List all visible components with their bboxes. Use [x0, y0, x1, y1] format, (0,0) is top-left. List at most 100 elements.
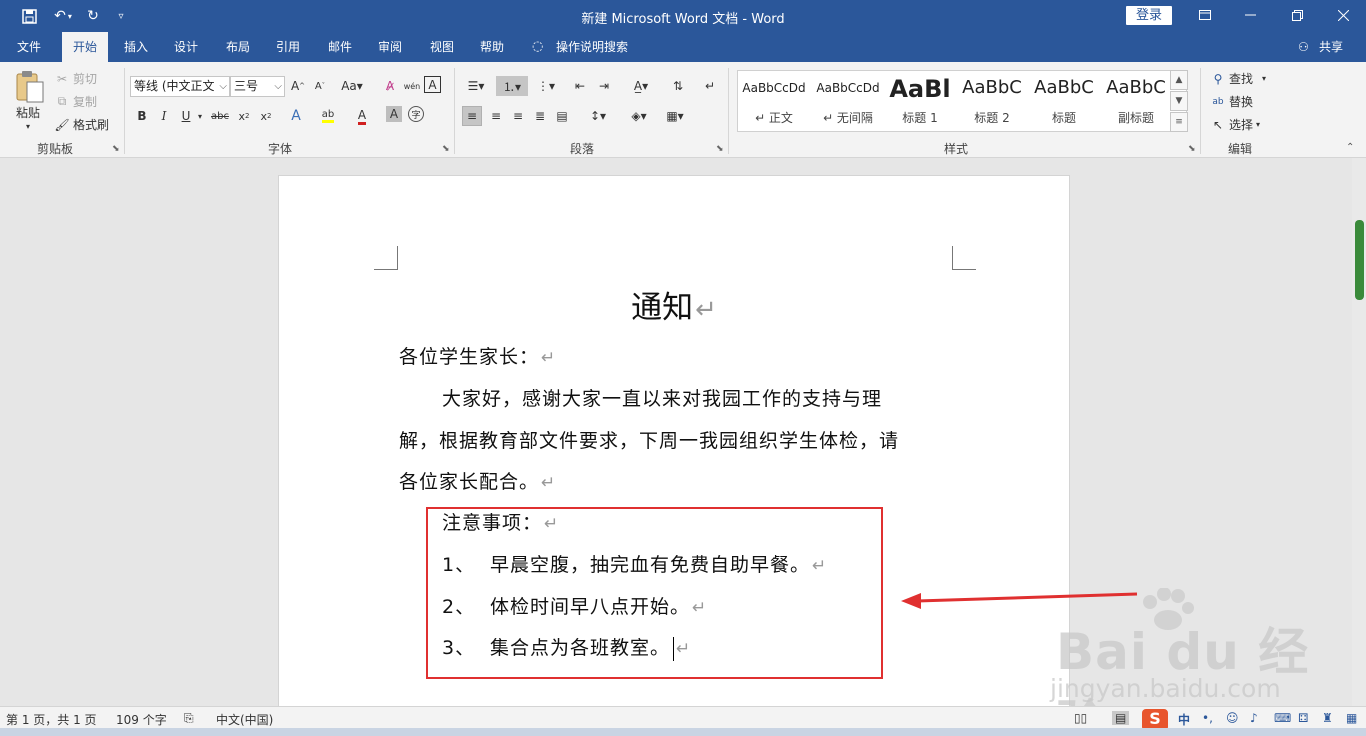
- align-right-icon[interactable]: ≡: [508, 106, 528, 126]
- underline-icon[interactable]: U: [176, 106, 196, 126]
- tab-review[interactable]: 审阅: [368, 32, 412, 62]
- ime-menu-icon[interactable]: ▦: [1346, 711, 1357, 725]
- font-color-icon[interactable]: A: [352, 106, 372, 126]
- document-heading: 通知↵: [279, 282, 1069, 327]
- decrease-indent-icon[interactable]: ⇤: [570, 76, 590, 96]
- read-mode-icon[interactable]: ▯▯: [1074, 711, 1087, 725]
- ime-punctuation-icon[interactable]: •,: [1202, 711, 1213, 725]
- find-button[interactable]: ⚲ 查找 ▾: [1210, 70, 1266, 87]
- increase-indent-icon[interactable]: ⇥: [594, 76, 614, 96]
- superscript-icon[interactable]: x2: [256, 106, 276, 126]
- proofing-icon[interactable]: ⎘: [184, 711, 194, 726]
- language-indicator[interactable]: 中文(中国): [216, 711, 273, 728]
- enclose-characters-icon[interactable]: 字: [408, 106, 424, 122]
- tab-mailings[interactable]: 邮件: [318, 32, 362, 62]
- format-painter-button[interactable]: 🖌 格式刷: [54, 116, 109, 133]
- sort-icon[interactable]: ⇅: [668, 76, 688, 96]
- ime-toolbox-icon[interactable]: ⚃: [1298, 711, 1308, 725]
- gallery-more-icon[interactable]: ≡: [1170, 112, 1188, 132]
- multilevel-list-icon[interactable]: ⋮▾: [532, 76, 560, 96]
- tab-home[interactable]: 开始: [62, 32, 108, 62]
- tab-help[interactable]: 帮助: [470, 32, 514, 62]
- body-line-3: 各位家长配合。 ↵: [399, 467, 556, 494]
- copy-button[interactable]: ⧉ 复制: [54, 93, 97, 110]
- grow-font-icon[interactable]: A ^: [288, 76, 308, 96]
- tab-layout[interactable]: 布局: [216, 32, 260, 62]
- paste-button[interactable]: 粘贴: [16, 104, 40, 121]
- style-subtitle[interactable]: AaBbC 副标题: [1100, 71, 1172, 131]
- styles-launcher-icon[interactable]: ⬊: [1188, 144, 1196, 154]
- font-size-combo[interactable]: 三号 ⌵: [230, 76, 285, 97]
- italic-icon[interactable]: I: [154, 106, 174, 126]
- close-icon[interactable]: [1328, 4, 1358, 26]
- strikethrough-icon[interactable]: abc: [210, 106, 230, 126]
- borders-icon[interactable]: ▦▾: [660, 106, 690, 126]
- gallery-down-icon[interactable]: ▼: [1170, 91, 1188, 111]
- tab-design[interactable]: 设计: [164, 32, 208, 62]
- align-center-icon[interactable]: ≡: [486, 106, 506, 126]
- clipboard-launcher-icon[interactable]: ⬊: [112, 144, 120, 154]
- group-divider: [728, 68, 729, 154]
- text-effects-icon[interactable]: A: [286, 106, 306, 126]
- bullets-icon[interactable]: ☰▾: [462, 76, 490, 96]
- document-page[interactable]: 通知↵ 各位学生家长： ↵ 大家好，感谢大家一直以来对我园工作的支持与理 解，根据…: [278, 175, 1070, 706]
- vertical-scrollbar[interactable]: [1352, 158, 1366, 706]
- character-shading-icon[interactable]: A: [386, 106, 402, 122]
- style-heading-2[interactable]: AaBbC 标题 2: [956, 71, 1028, 131]
- ime-emoji-icon[interactable]: ☺: [1226, 711, 1239, 725]
- ribbon-display-icon[interactable]: [1190, 4, 1220, 26]
- login-button[interactable]: 登录: [1126, 6, 1172, 25]
- paste-icon[interactable]: [14, 70, 48, 104]
- paste-dropdown-icon[interactable]: ▾: [26, 122, 30, 131]
- cut-button[interactable]: ✂ 剪切: [54, 70, 97, 87]
- style-no-spacing[interactable]: AaBbCcDd ↵ 无间隔: [812, 71, 884, 131]
- ime-skin-icon[interactable]: ♜: [1322, 711, 1333, 725]
- phonetic-guide-icon[interactable]: wén: [402, 76, 422, 96]
- tell-me-search[interactable]: 操作说明搜索: [556, 32, 636, 62]
- bold-icon[interactable]: B: [132, 106, 152, 126]
- asian-layout-icon[interactable]: A̲▾: [626, 76, 656, 96]
- gallery-up-icon[interactable]: ▲: [1170, 70, 1188, 90]
- show-marks-icon[interactable]: ↵: [700, 76, 720, 96]
- align-left-icon[interactable]: ≡: [462, 106, 482, 126]
- justify-icon[interactable]: ≣: [530, 106, 550, 126]
- highlight-color-icon[interactable]: ab: [318, 106, 338, 126]
- line-spacing-icon[interactable]: ↕▾: [584, 106, 612, 126]
- replace-button[interactable]: ab 替换: [1210, 93, 1253, 110]
- tab-view[interactable]: 视图: [420, 32, 464, 62]
- clear-formatting-icon[interactable]: A̷: [380, 76, 400, 96]
- numbering-icon[interactable]: ⒈▾: [496, 76, 528, 96]
- tab-references[interactable]: 引用: [266, 32, 310, 62]
- change-case-icon[interactable]: Aa▾: [338, 76, 366, 96]
- paragraph-launcher-icon[interactable]: ⬊: [716, 144, 724, 154]
- ime-voice-icon[interactable]: ♪: [1250, 711, 1258, 725]
- body-line-3-text: 各位家长配合。: [399, 471, 540, 493]
- character-border-icon[interactable]: A: [424, 76, 441, 93]
- font-name-combo[interactable]: 等线 (中文正文 ⌵: [130, 76, 230, 97]
- distributed-icon[interactable]: ▤: [552, 106, 572, 126]
- select-button[interactable]: ↖ 选择 ▾: [1210, 116, 1260, 133]
- font-launcher-icon[interactable]: ⬊: [442, 144, 450, 154]
- minimize-icon[interactable]: [1235, 4, 1265, 26]
- style-name: 标题: [1051, 111, 1076, 125]
- restore-icon[interactable]: [1282, 4, 1312, 26]
- subscript-icon[interactable]: x2: [234, 106, 254, 126]
- page-count[interactable]: 第 1 页，共 1 页: [6, 711, 97, 728]
- tab-insert[interactable]: 插入: [114, 32, 158, 62]
- style-title[interactable]: AaBbC 标题: [1028, 71, 1100, 131]
- share-button[interactable]: 共享: [1314, 32, 1348, 62]
- lightbulb-icon: ◌: [532, 39, 544, 54]
- scrollbar-thumb[interactable]: [1355, 220, 1364, 300]
- shading-icon[interactable]: ◈▾: [624, 106, 654, 126]
- ime-keyboard-icon[interactable]: ⌨: [1274, 711, 1291, 725]
- shrink-font-icon[interactable]: Aˇ: [310, 76, 330, 96]
- underline-dropdown-icon[interactable]: ▾: [194, 106, 206, 126]
- collapse-ribbon-icon[interactable]: ⌃: [1346, 142, 1354, 153]
- margin-corner-mark: [374, 246, 398, 270]
- ime-chinese-icon[interactable]: 中: [1178, 711, 1190, 728]
- style-normal[interactable]: AaBbCcDd ↵ 正文: [738, 71, 810, 131]
- word-count[interactable]: 109 个字: [116, 711, 167, 728]
- tab-file[interactable]: 文件: [6, 32, 52, 62]
- style-heading-1[interactable]: AaBl 标题 1: [884, 71, 956, 131]
- print-layout-icon[interactable]: ▤: [1112, 711, 1130, 725]
